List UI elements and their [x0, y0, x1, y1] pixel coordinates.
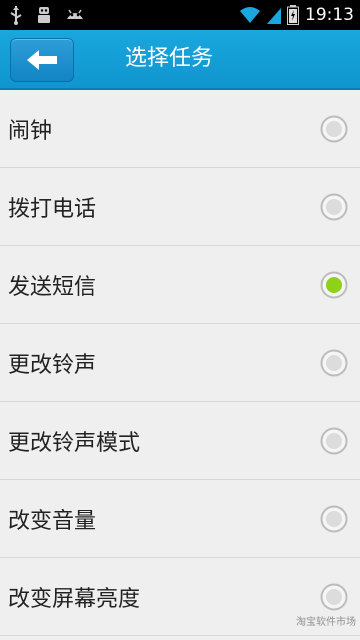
battery-icon	[287, 5, 299, 25]
task-item-alarm[interactable]: 闹钟	[0, 90, 360, 168]
radio-unselected-icon[interactable]	[320, 583, 348, 611]
robot-icon	[38, 7, 50, 23]
task-item-sms[interactable]: 发送短信	[0, 246, 360, 324]
task-list: 闹钟 拨打电话 发送短信 更改铃声 更改铃声模式 改变音量 改变屏幕亮度	[0, 90, 360, 636]
android-icon	[67, 9, 83, 19]
task-label: 改变屏幕亮度	[8, 586, 141, 612]
status-left	[8, 5, 86, 25]
radio-unselected-icon[interactable]	[320, 427, 348, 455]
back-button[interactable]	[10, 38, 74, 82]
radio-unselected-icon[interactable]	[320, 193, 348, 221]
wifi-icon	[240, 7, 260, 23]
task-item-call[interactable]: 拨打电话	[0, 168, 360, 246]
task-label: 发送短信	[8, 274, 97, 300]
task-item-volume[interactable]: 改变音量	[0, 480, 360, 558]
radio-unselected-icon[interactable]	[320, 505, 348, 533]
status-time: 19:13	[305, 5, 354, 25]
task-label: 更改铃声	[8, 352, 97, 378]
task-label: 拨打电话	[8, 196, 97, 222]
title-bar: 选择任务	[0, 30, 360, 90]
task-item-ringtone-mode[interactable]: 更改铃声模式	[0, 402, 360, 480]
task-item-change-ringtone[interactable]: 更改铃声	[0, 324, 360, 402]
radio-unselected-icon[interactable]	[320, 115, 348, 143]
signal-icon	[267, 8, 281, 24]
task-label: 闹钟	[8, 118, 53, 144]
task-label: 更改铃声模式	[8, 430, 141, 456]
task-label: 改变音量	[8, 508, 97, 534]
page-title: 选择任务	[125, 46, 214, 71]
usb-icon	[10, 6, 22, 25]
radio-unselected-icon[interactable]	[320, 349, 348, 377]
watermark: 淘宝软件市场	[296, 617, 356, 628]
status-bar: 19:13	[0, 0, 360, 30]
status-right: 19:13	[239, 4, 354, 26]
radio-selected-icon[interactable]	[320, 271, 348, 299]
back-arrow-icon	[27, 50, 57, 70]
